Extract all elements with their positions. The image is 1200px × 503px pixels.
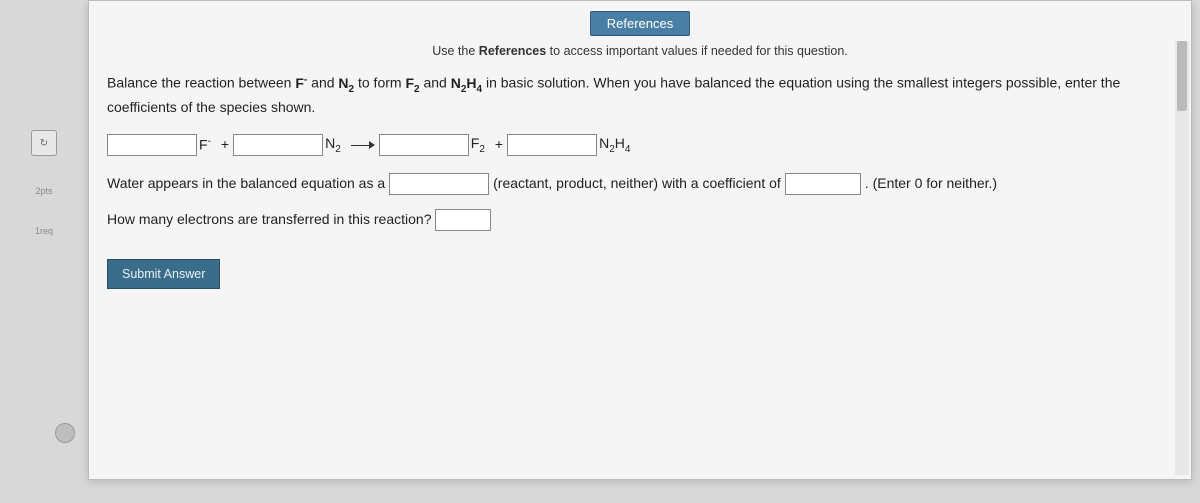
hint-bold: References bbox=[479, 44, 546, 58]
electrons-line: How many electrons are transferred in th… bbox=[107, 209, 1173, 231]
references-hint: Use the References to access important v… bbox=[89, 36, 1191, 72]
water-coef-input[interactable] bbox=[785, 173, 861, 195]
hint-prefix: Use the bbox=[432, 44, 479, 58]
plus-2: + bbox=[495, 134, 503, 156]
water-role-input[interactable] bbox=[389, 173, 489, 195]
coef-input-N2[interactable] bbox=[233, 134, 323, 156]
question-panel: References Use the References to access … bbox=[88, 0, 1192, 480]
sidebar-req-label: 1req bbox=[35, 226, 53, 236]
references-button[interactable]: References bbox=[590, 11, 690, 36]
species-Fminus: F- bbox=[199, 134, 211, 156]
coef-input-N2H4[interactable] bbox=[507, 134, 597, 156]
water-text-3: . (Enter 0 for neither.) bbox=[865, 173, 997, 195]
electrons-input[interactable] bbox=[435, 209, 491, 231]
water-line: Water appears in the balanced equation a… bbox=[107, 173, 1173, 195]
species-N2H4: N2H4 bbox=[599, 133, 630, 157]
coef-input-Fminus[interactable] bbox=[107, 134, 197, 156]
sidebar-refresh[interactable]: ↻ bbox=[31, 130, 57, 156]
sidebar-circle-icon[interactable] bbox=[55, 423, 75, 443]
plus-1: + bbox=[221, 134, 229, 156]
water-text-1: Water appears in the balanced equation a… bbox=[107, 173, 385, 195]
species-F2: F2 bbox=[471, 133, 485, 157]
electrons-text: How many electrons are transferred in th… bbox=[107, 209, 431, 231]
species-N2: N2 bbox=[325, 133, 341, 157]
sidebar-pts: 2pts bbox=[35, 184, 52, 196]
equation-row: F- + N2 F2 + N2H4 bbox=[107, 133, 1173, 157]
scroll-thumb[interactable] bbox=[1177, 41, 1187, 111]
vertical-scrollbar[interactable] bbox=[1175, 41, 1189, 475]
submit-answer-button[interactable]: Submit Answer bbox=[107, 259, 220, 289]
left-sidebar: ↻ 2pts 1req bbox=[0, 0, 88, 503]
sidebar-pts-label: 2pts bbox=[35, 186, 52, 196]
coef-input-F2[interactable] bbox=[379, 134, 469, 156]
question-prompt: Balance the reaction between F- and N2 t… bbox=[107, 72, 1173, 119]
hint-suffix: to access important values if needed for… bbox=[546, 44, 848, 58]
refresh-icon[interactable]: ↻ bbox=[31, 130, 57, 156]
sidebar-req: 1req bbox=[35, 224, 53, 236]
water-text-2: (reactant, product, neither) with a coef… bbox=[493, 173, 781, 195]
